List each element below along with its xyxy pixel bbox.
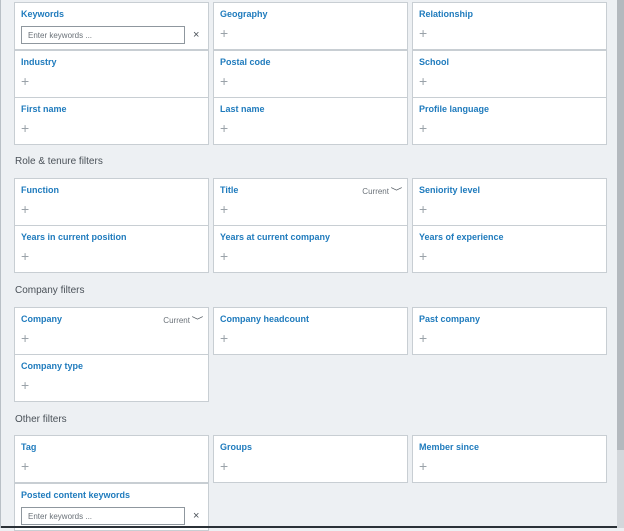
filter-company-type-label: Company type	[21, 361, 84, 371]
clear-keywords-icon[interactable]: ×	[193, 29, 199, 41]
filter-groups[interactable]: Groups +	[213, 435, 408, 483]
filter-geography-label: Geography	[220, 9, 268, 19]
filter-years-experience-label: Years of experience	[419, 232, 504, 242]
add-company-headcount-icon[interactable]: +	[220, 331, 228, 345]
add-school-icon[interactable]: +	[419, 74, 427, 88]
clear-posted-content-keywords-icon[interactable]: ×	[193, 510, 199, 522]
add-postal-code-icon[interactable]: +	[220, 74, 228, 88]
add-last-name-icon[interactable]: +	[220, 121, 228, 135]
filter-company-headcount-label: Company headcount	[220, 314, 310, 324]
filter-function-label: Function	[21, 185, 59, 195]
add-years-in-position-icon[interactable]: +	[21, 249, 29, 263]
filter-past-company[interactable]: Past company +	[412, 307, 607, 355]
filter-tag[interactable]: Tag +	[14, 435, 209, 483]
posted-content-keywords-input[interactable]	[21, 507, 185, 525]
chevron-down-icon: ﹀	[390, 187, 403, 197]
filter-years-in-position[interactable]: Years in current position +	[14, 225, 209, 273]
add-groups-icon[interactable]: +	[220, 459, 228, 473]
add-profile-language-icon[interactable]: +	[419, 121, 427, 135]
filter-years-experience[interactable]: Years of experience +	[412, 225, 607, 273]
filter-years-at-company-label: Years at current company	[220, 232, 331, 242]
section-title-company: Company filters	[15, 285, 85, 296]
title-mode-dropdown[interactable]: Current ﹀	[362, 185, 403, 198]
filter-first-name-label: First name	[21, 104, 67, 114]
filter-company-label: Company	[21, 314, 63, 324]
filter-past-company-label: Past company	[419, 314, 481, 324]
add-tag-icon[interactable]: +	[21, 459, 29, 473]
add-past-company-icon[interactable]: +	[419, 331, 427, 345]
add-title-icon[interactable]: +	[220, 202, 228, 216]
filter-groups-label: Groups	[220, 442, 253, 452]
filter-postal-code[interactable]: Postal code +	[213, 50, 408, 98]
filter-keywords-label: Keywords	[21, 9, 65, 19]
filter-company[interactable]: Company Current ﹀ +	[14, 307, 209, 355]
filter-company-type[interactable]: Company type +	[14, 354, 209, 402]
filter-profile-language-label: Profile language	[419, 104, 490, 114]
filter-member-since-label: Member since	[419, 442, 480, 452]
add-seniority-level-icon[interactable]: +	[419, 202, 427, 216]
section-title-other: Other filters	[15, 414, 67, 425]
filter-geography[interactable]: Geography +	[213, 2, 408, 50]
filter-profile-language[interactable]: Profile language +	[412, 97, 607, 145]
filter-last-name[interactable]: Last name +	[213, 97, 408, 145]
filter-industry-label: Industry	[21, 57, 57, 67]
filter-posted-content-keywords-label: Posted content keywords	[21, 490, 131, 500]
filter-first-name[interactable]: First name +	[14, 97, 209, 145]
add-function-icon[interactable]: +	[21, 202, 29, 216]
filter-years-in-position-label: Years in current position	[21, 232, 127, 242]
add-geography-icon[interactable]: +	[220, 26, 228, 40]
company-mode-label: Current	[163, 316, 190, 325]
filter-school[interactable]: School +	[412, 50, 607, 98]
scrollbar[interactable]	[617, 0, 624, 528]
filter-school-label: School	[419, 57, 450, 67]
add-member-since-icon[interactable]: +	[419, 459, 427, 473]
company-mode-dropdown[interactable]: Current ﹀	[163, 314, 204, 327]
add-years-at-company-icon[interactable]: +	[220, 249, 228, 263]
filter-title-label: Title	[220, 185, 239, 195]
filter-relationship-label: Relationship	[419, 9, 474, 19]
title-mode-label: Current	[362, 187, 389, 196]
filter-function[interactable]: Function +	[14, 178, 209, 226]
add-industry-icon[interactable]: +	[21, 74, 29, 88]
filter-company-headcount[interactable]: Company headcount +	[213, 307, 408, 355]
filter-seniority-level-label: Seniority level	[419, 185, 481, 195]
filter-member-since[interactable]: Member since +	[412, 435, 607, 483]
filter-title[interactable]: Title Current ﹀ +	[213, 178, 408, 226]
filter-relationship[interactable]: Relationship +	[412, 2, 607, 50]
scrollbar-thumb[interactable]	[617, 0, 624, 450]
filter-keywords[interactable]: Keywords ×	[14, 2, 209, 50]
chevron-down-icon: ﹀	[191, 316, 204, 326]
filter-industry[interactable]: Industry +	[14, 50, 209, 98]
filter-last-name-label: Last name	[220, 104, 265, 114]
add-years-experience-icon[interactable]: +	[419, 249, 427, 263]
add-first-name-icon[interactable]: +	[21, 121, 29, 135]
filters-panel: Keywords × Geography + Relationship + In…	[0, 0, 618, 531]
filter-postal-code-label: Postal code	[220, 57, 271, 67]
filter-tag-label: Tag	[21, 442, 37, 452]
add-company-type-icon[interactable]: +	[21, 378, 29, 392]
add-company-icon[interactable]: +	[21, 331, 29, 345]
filter-years-at-company[interactable]: Years at current company +	[213, 225, 408, 273]
keywords-input[interactable]	[21, 26, 185, 44]
add-relationship-icon[interactable]: +	[419, 26, 427, 40]
filter-seniority-level[interactable]: Seniority level +	[412, 178, 607, 226]
section-title-role-tenure: Role & tenure filters	[15, 156, 103, 167]
filter-posted-content-keywords[interactable]: Posted content keywords ×	[14, 483, 209, 531]
